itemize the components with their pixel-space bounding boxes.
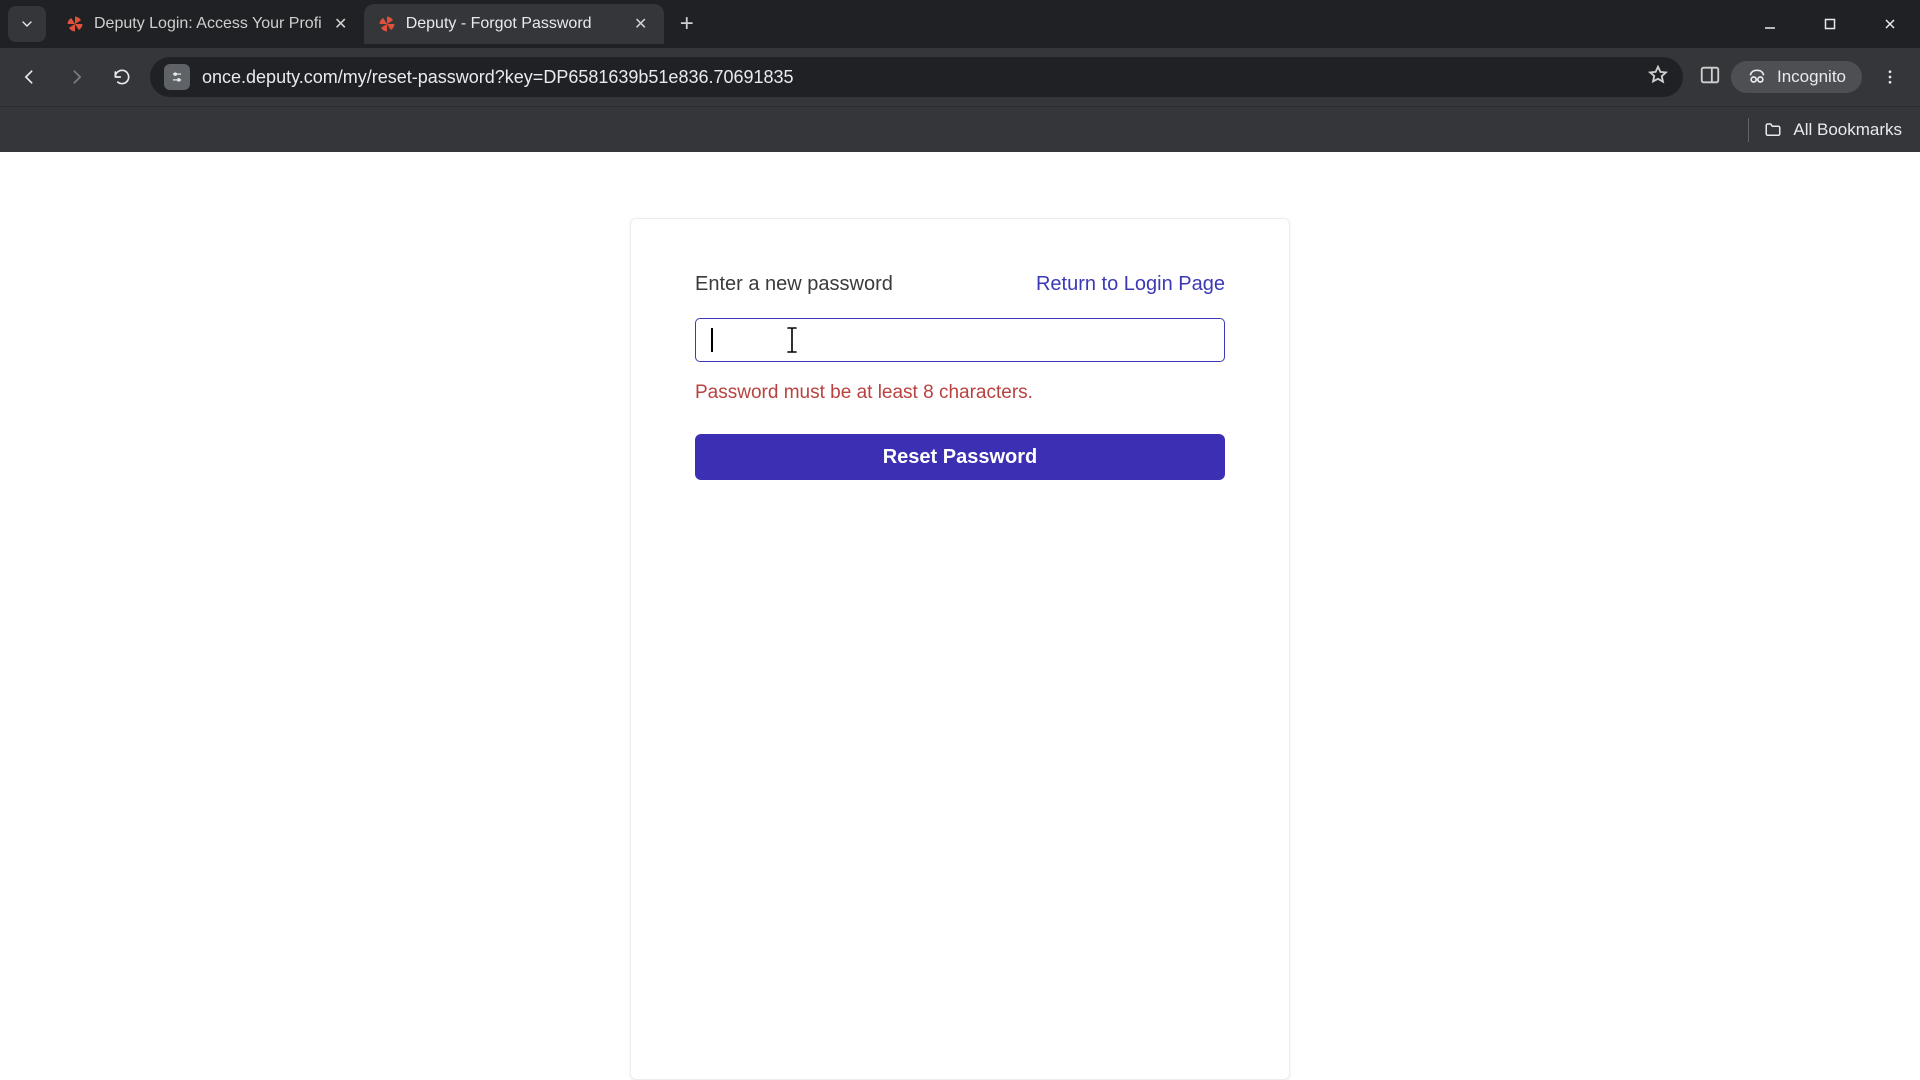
site-info-button[interactable]	[164, 64, 190, 90]
arrow-right-icon	[66, 67, 86, 87]
new-tab-button[interactable]: +	[670, 7, 704, 41]
arrow-left-icon	[20, 67, 40, 87]
tab-title: Deputy Login: Access Your Profi	[94, 15, 322, 33]
incognito-label: Incognito	[1777, 67, 1846, 87]
tune-icon	[170, 70, 184, 84]
bookmarks-bar: All Bookmarks	[0, 106, 1920, 152]
tab-title: Deputy - Forgot Password	[406, 15, 622, 33]
all-bookmarks-label: All Bookmarks	[1793, 120, 1902, 140]
nav-reload-button[interactable]	[104, 59, 140, 95]
window-minimize-button[interactable]	[1740, 0, 1800, 48]
address-bar[interactable]: once.deputy.com/my/reset-password?key=DP…	[150, 57, 1683, 97]
reset-password-button[interactable]: Reset Password	[695, 434, 1225, 480]
tab-strip: Deputy Login: Access Your Profi ✕ Deputy…	[0, 0, 1920, 48]
browser-chrome: Deputy Login: Access Your Profi ✕ Deputy…	[0, 0, 1920, 152]
panel-icon	[1699, 64, 1721, 86]
nav-back-button[interactable]	[12, 59, 48, 95]
folder-icon	[1763, 121, 1783, 139]
maximize-icon	[1823, 17, 1837, 31]
password-label: Enter a new password	[695, 273, 893, 296]
all-bookmarks-button[interactable]: All Bookmarks	[1763, 120, 1902, 140]
bookmark-star-button[interactable]	[1647, 64, 1669, 91]
close-icon	[1883, 17, 1897, 31]
star-icon	[1647, 64, 1669, 86]
browser-toolbar: once.deputy.com/my/reset-password?key=DP…	[0, 48, 1920, 106]
window-controls	[1740, 0, 1920, 48]
separator	[1748, 118, 1749, 142]
tab-close-button[interactable]: ✕	[332, 15, 350, 33]
tab-close-button[interactable]: ✕	[632, 15, 650, 33]
new-password-input[interactable]	[695, 318, 1225, 362]
chevron-down-icon	[19, 16, 35, 32]
tab-search-dropdown[interactable]	[8, 6, 46, 42]
reload-icon	[112, 67, 132, 87]
window-maximize-button[interactable]	[1800, 0, 1860, 48]
side-panel-button[interactable]	[1699, 64, 1721, 91]
deputy-favicon-icon	[66, 15, 84, 33]
kebab-icon	[1881, 68, 1899, 86]
browser-menu-button[interactable]	[1872, 59, 1908, 95]
window-close-button[interactable]	[1860, 0, 1920, 48]
page-content: Enter a new password Return to Login Pag…	[0, 152, 1920, 1080]
browser-tab[interactable]: Deputy Login: Access Your Profi ✕	[52, 4, 364, 44]
deputy-favicon-icon	[378, 15, 396, 33]
password-error-text: Password must be at least 8 characters.	[695, 382, 1225, 404]
url-text: once.deputy.com/my/reset-password?key=DP…	[202, 67, 794, 88]
minimize-icon	[1763, 17, 1777, 31]
reset-password-card: Enter a new password Return to Login Pag…	[630, 218, 1290, 1080]
browser-tab[interactable]: Deputy - Forgot Password ✕	[364, 4, 664, 44]
return-login-link[interactable]: Return to Login Page	[1036, 273, 1225, 296]
incognito-indicator[interactable]: Incognito	[1731, 61, 1862, 93]
nav-forward-button[interactable]	[58, 59, 94, 95]
incognito-icon	[1747, 67, 1767, 87]
